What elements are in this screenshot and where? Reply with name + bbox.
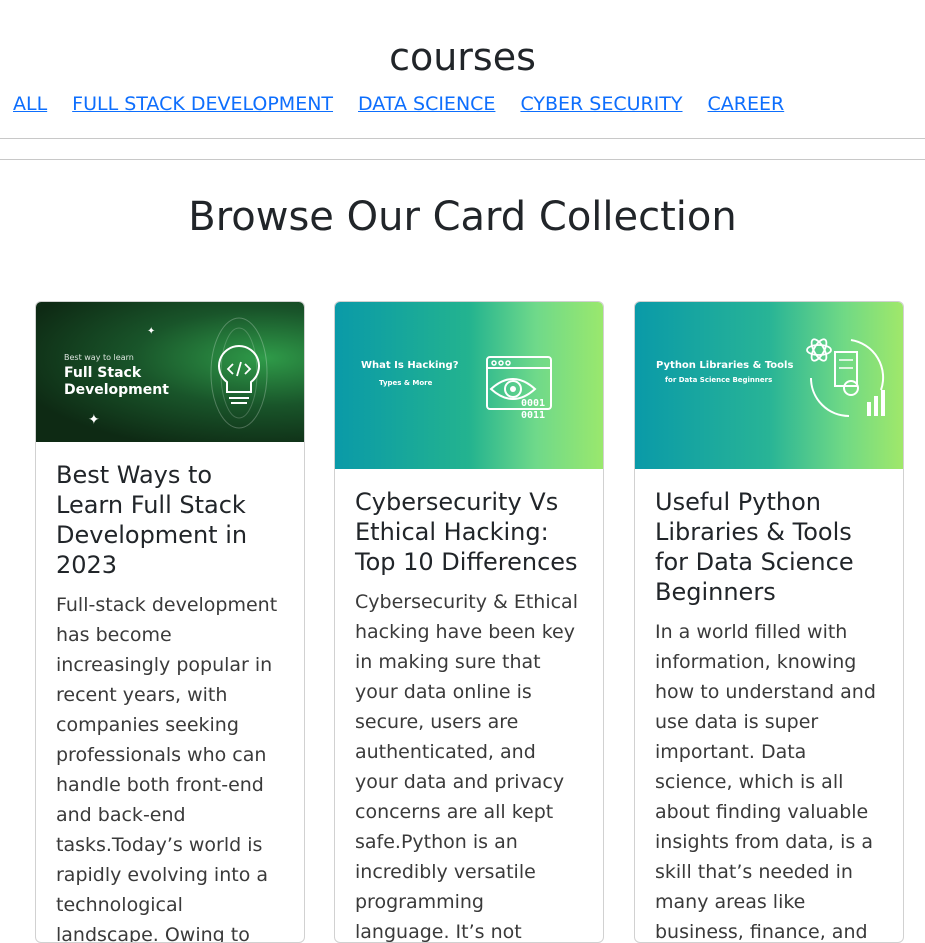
course-card[interactable]: What Is Hacking? Types & More 0001 0011 … xyxy=(334,301,604,943)
card-text: Full-stack development has become increa… xyxy=(56,594,278,943)
nav-link-career[interactable]: CAREER xyxy=(708,93,785,115)
thumb-caption: Best way to learn xyxy=(64,353,134,362)
site-title: courses xyxy=(389,35,536,79)
thumb-heading: What Is Hacking? xyxy=(361,360,459,371)
data-science-tools-icon xyxy=(806,338,885,417)
nav-link-cyber-security[interactable]: CYBER SECURITY xyxy=(520,93,682,115)
card-text: In a world filled with information, know… xyxy=(655,621,876,943)
card-title[interactable]: Cybersecurity Vs Ethical Hacking: Top 10… xyxy=(355,487,583,577)
course-card[interactable]: Best way to learn Full Stack Development… xyxy=(35,301,305,943)
thumb-heading: Development xyxy=(64,382,169,398)
divider xyxy=(0,138,925,139)
nav-link-data-science[interactable]: DATA SCIENCE xyxy=(358,93,495,115)
card-title[interactable]: Useful Python Libraries & Tools for Data… xyxy=(655,487,883,607)
thumb-caption: for Data Science Beginners xyxy=(665,376,773,384)
sparkle-icon: ✦ xyxy=(88,412,100,428)
course-card[interactable]: Python Libraries & Tools for Data Scienc… xyxy=(634,301,904,943)
card-thumbnail: Python Libraries & Tools for Data Scienc… xyxy=(635,302,903,469)
thumb-heading: Full Stack xyxy=(64,365,142,381)
card-thumbnail: What Is Hacking? Types & More 0001 0011 xyxy=(335,302,603,469)
lightbulb-code-icon xyxy=(210,317,268,429)
binary-code: 0011 xyxy=(521,410,546,421)
card-title[interactable]: Best Ways to Learn Full Stack Developmen… xyxy=(56,460,284,580)
nav-link-full-stack-development[interactable]: FULL STACK DEVELOPMENT xyxy=(72,93,333,115)
card-thumbnail: Best way to learn Full Stack Development… xyxy=(36,302,304,442)
nav-link-all[interactable]: ALL xyxy=(13,93,47,115)
category-nav: ALL FULL STACK DEVELOPMENT DATA SCIENCE … xyxy=(13,93,809,115)
binary-code: 0001 xyxy=(521,398,546,409)
thumb-heading: Python Libraries & Tools xyxy=(656,360,794,371)
card-text: Cybersecurity & Ethical hacking have bee… xyxy=(355,591,578,943)
thumb-caption: Types & More xyxy=(379,379,433,387)
collection-title: Browse Our Card Collection xyxy=(188,194,737,240)
divider xyxy=(0,159,925,160)
sparkle-icon: ✦ xyxy=(147,326,156,337)
